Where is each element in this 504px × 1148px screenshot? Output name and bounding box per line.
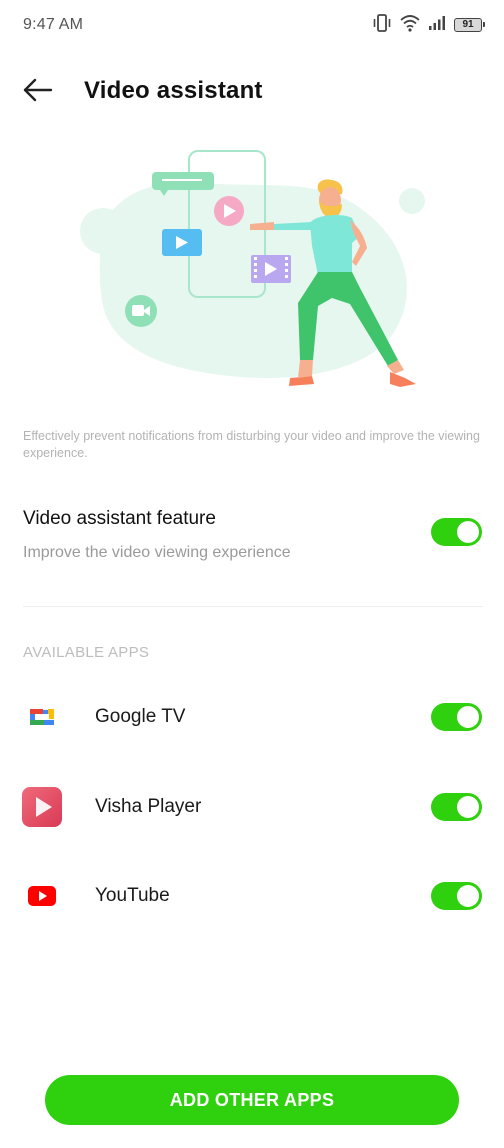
add-other-apps-button[interactable]: ADD OTHER APPS [45,1075,459,1125]
status-bar: 9:47 AM 91 [0,0,504,50]
app-row-youtube[interactable]: YouTube [0,866,504,926]
vibrate-icon [372,13,392,37]
app-row-google-tv[interactable]: Google TV [0,687,504,747]
feature-description: Effectively prevent notifications from d… [23,429,480,460]
back-button[interactable] [18,72,58,112]
feature-title: Video assistant feature [23,508,216,529]
signal-icon [428,15,446,36]
video-assistant-toggle[interactable] [431,518,482,546]
toggle-knob [457,796,479,818]
page-title: Video assistant [84,77,263,104]
youtube-icon [22,876,62,916]
app-name: Google TV [95,706,186,727]
header: Video assistant [0,66,504,116]
video-assistant-feature-row[interactable]: Video assistant feature Improve the vide… [23,504,483,574]
toggle-knob [457,885,479,907]
status-time: 9:47 AM [23,16,84,33]
feature-subtitle: Improve the video viewing experience [23,544,291,561]
youtube-toggle[interactable] [431,882,482,910]
app-row-visha-player[interactable]: Visha Player [0,777,504,837]
google-tv-toggle[interactable] [431,703,482,731]
divider [23,606,483,607]
toggle-knob [457,521,479,543]
available-apps-label: AVAILABLE APPS [23,644,150,661]
battery-icon: 91 [454,18,485,32]
app-name: YouTube [95,885,170,906]
back-arrow-icon [23,78,53,107]
visha-player-icon [22,787,62,827]
hero-illustration [60,138,440,396]
app-name: Visha Player [95,796,202,817]
status-icons: 91 [372,13,485,37]
google-tv-icon [22,697,62,737]
visha-player-toggle[interactable] [431,793,482,821]
toggle-knob [457,706,479,728]
wifi-icon [400,14,420,37]
